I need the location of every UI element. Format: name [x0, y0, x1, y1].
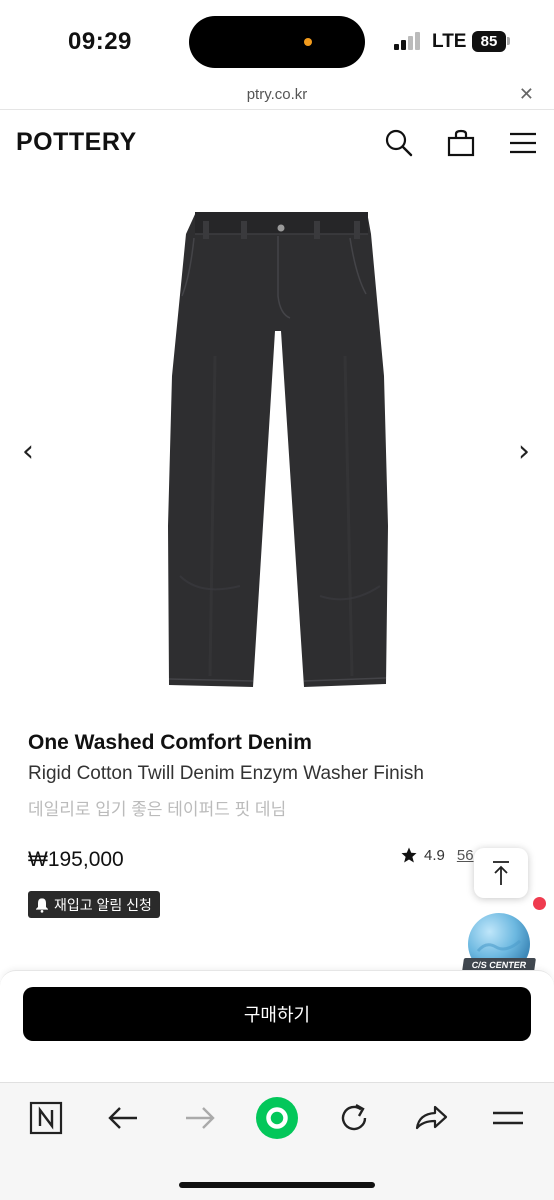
- battery-cap: [507, 37, 510, 45]
- product-price: ₩195,000: [28, 848, 124, 871]
- purchase-sheet: 구매하기: [0, 970, 554, 1082]
- scroll-top-button[interactable]: [474, 848, 528, 898]
- dynamic-island: [189, 16, 365, 68]
- arrow-up-icon: [493, 861, 509, 885]
- gallery-prev-arrow[interactable]: ‹: [22, 434, 34, 469]
- rating-value: 4.9: [424, 846, 445, 864]
- review-count-link[interactable]: 56: [457, 847, 474, 864]
- notification-dot: [533, 897, 546, 910]
- search-icon[interactable]: [384, 128, 414, 158]
- buy-button[interactable]: 구매하기: [23, 987, 531, 1041]
- share-icon[interactable]: [413, 1100, 449, 1136]
- product-rating[interactable]: 4.9 56: [400, 845, 474, 865]
- shopping-bag-icon[interactable]: [446, 128, 476, 158]
- product-subtitle: Rigid Cotton Twill Denim Enzym Washer Fi…: [28, 763, 424, 784]
- browser-toolbar: [0, 1082, 554, 1200]
- url-text[interactable]: ptry.co.kr: [0, 86, 554, 103]
- address-bar[interactable]: ptry.co.kr ✕: [0, 82, 554, 110]
- home-indicator: [179, 1182, 375, 1188]
- menu-icon[interactable]: [490, 1100, 526, 1136]
- site-logo[interactable]: POTTERY: [16, 128, 137, 157]
- forward-icon[interactable]: [182, 1100, 218, 1136]
- close-icon[interactable]: ✕: [519, 84, 534, 105]
- site-header: POTTERY: [0, 112, 554, 174]
- gallery-next-arrow[interactable]: ›: [518, 434, 530, 469]
- product-name: One Washed Comfort Denim: [28, 731, 312, 754]
- product-gallery[interactable]: ‹ ›: [0, 176, 554, 706]
- restock-label: 재입고 알림 신청: [54, 896, 152, 913]
- status-bar: 09:29 LTE 85: [0, 0, 554, 82]
- status-time: 09:29: [68, 28, 132, 55]
- back-icon[interactable]: [105, 1100, 141, 1136]
- network-type: LTE: [432, 31, 467, 52]
- bell-icon: [36, 897, 48, 913]
- product-image: [168, 212, 388, 687]
- recording-indicator: [304, 38, 312, 46]
- naver-icon[interactable]: [28, 1100, 64, 1136]
- star-icon: [401, 847, 417, 863]
- menu-icon[interactable]: [508, 128, 538, 158]
- refresh-icon[interactable]: [336, 1100, 372, 1136]
- product-description: 데일리로 입기 좋은 테이퍼드 핏 데님: [28, 800, 287, 819]
- battery-icon: 85: [472, 31, 506, 52]
- restock-alert-button[interactable]: 재입고 알림 신청: [28, 891, 160, 918]
- home-icon[interactable]: [255, 1096, 299, 1140]
- signal-icon: [394, 32, 424, 50]
